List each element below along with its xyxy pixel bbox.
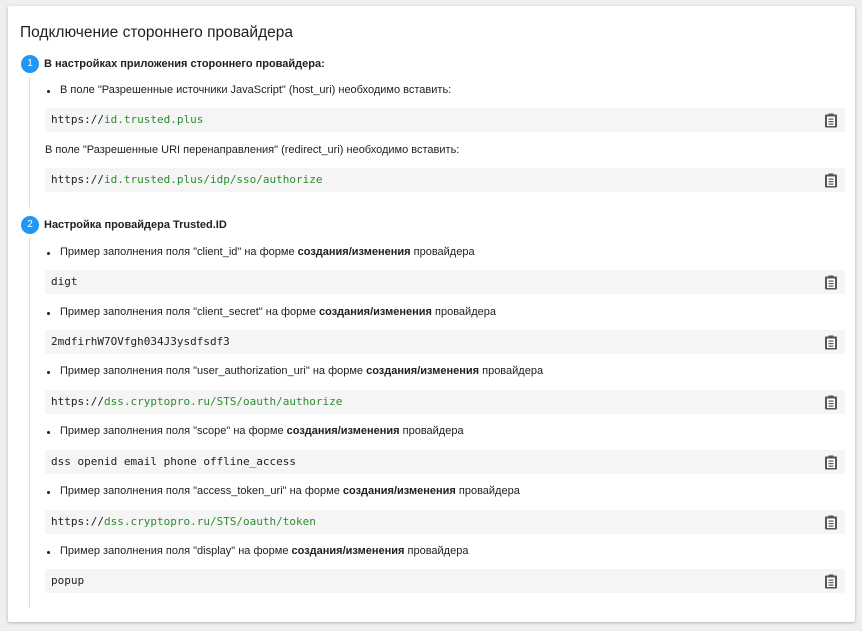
step-1-line <box>29 77 30 207</box>
redirect-uri-instruction: В поле "Разрешенные URI перенаправления"… <box>45 144 460 156</box>
clipboard-icon <box>824 113 838 132</box>
code-block-user-authorization-uri[interactable]: https://dss.cryptopro.ru/STS/oauth/autho… <box>45 390 845 414</box>
client-id-instruction: Пример заполнения поля "client_id" на фо… <box>60 246 475 258</box>
host-uri-instruction: В поле "Разрешенные источники JavaScript… <box>60 84 452 96</box>
step-1-badge: 1 <box>21 55 39 73</box>
copy-button[interactable] <box>824 274 838 290</box>
code-block-scope[interactable]: dss openid email phone offline_access <box>45 450 845 474</box>
user-authorization-uri-instruction: Пример заполнения поля "user_authorizati… <box>60 365 544 377</box>
code-block-access-token-uri[interactable]: https://dss.cryptopro.ru/STS/oauth/token <box>45 510 845 534</box>
code-text: digt <box>51 275 78 288</box>
code-text: https://id.trusted.plus/idp/sso/authoriz… <box>51 173 323 186</box>
copy-button[interactable] <box>824 454 838 470</box>
code-text: https://dss.cryptopro.ru/STS/oauth/autho… <box>51 395 343 408</box>
code-text: popup <box>51 574 85 587</box>
code-block-display[interactable]: popup <box>45 569 845 593</box>
copy-button[interactable] <box>824 394 838 410</box>
bullet-dot <box>47 90 50 93</box>
code-block-host-uri[interactable]: https://id.trusted.plus <box>45 108 845 132</box>
page-title: Подключение стороннего провайдера <box>20 24 293 41</box>
code-text: 2mdfirhW7OVfgh034J3ysdfsdf3 <box>51 335 230 348</box>
copy-button[interactable] <box>824 514 838 530</box>
code-block-client-secret[interactable]: 2mdfirhW7OVfgh034J3ysdfsdf3 <box>45 330 845 354</box>
code-block-client-id[interactable]: digt <box>45 270 845 294</box>
copy-button[interactable] <box>824 112 838 128</box>
access-token-uri-instruction: Пример заполнения поля "access_token_uri… <box>60 485 520 497</box>
step-2-line <box>29 238 30 608</box>
clipboard-icon <box>824 395 838 414</box>
bullet-dot <box>47 551 50 554</box>
bullet-dot <box>47 252 50 255</box>
code-text: https://id.trusted.plus <box>51 113 204 126</box>
step-2-title: Настройка провайдера Trusted.ID <box>44 219 227 231</box>
clipboard-icon <box>824 335 838 354</box>
provider-card: Подключение стороннего провайдера 1 В на… <box>8 6 855 622</box>
clipboard-icon <box>824 173 838 192</box>
step-2-badge: 2 <box>21 216 39 234</box>
code-text: https://dss.cryptopro.ru/STS/oauth/token <box>51 515 316 528</box>
copy-button[interactable] <box>824 172 838 188</box>
copy-button[interactable] <box>824 573 838 589</box>
bullet-dot <box>47 491 50 494</box>
bullet-dot <box>47 371 50 374</box>
code-block-redirect-uri[interactable]: https://id.trusted.plus/idp/sso/authoriz… <box>45 168 845 192</box>
client-secret-instruction: Пример заполнения поля "client_secret" н… <box>60 306 496 318</box>
copy-button[interactable] <box>824 334 838 350</box>
scope-instruction: Пример заполнения поля "scope" на форме … <box>60 425 464 437</box>
clipboard-icon <box>824 275 838 294</box>
clipboard-icon <box>824 515 838 534</box>
clipboard-icon <box>824 455 838 474</box>
display-instruction: Пример заполнения поля "display" на форм… <box>60 545 469 557</box>
step-1-title: В настройках приложения стороннего прова… <box>44 58 325 70</box>
clipboard-icon <box>824 574 838 593</box>
bullet-dot <box>47 431 50 434</box>
code-text: dss openid email phone offline_access <box>51 455 297 468</box>
bullet-dot <box>47 312 50 315</box>
